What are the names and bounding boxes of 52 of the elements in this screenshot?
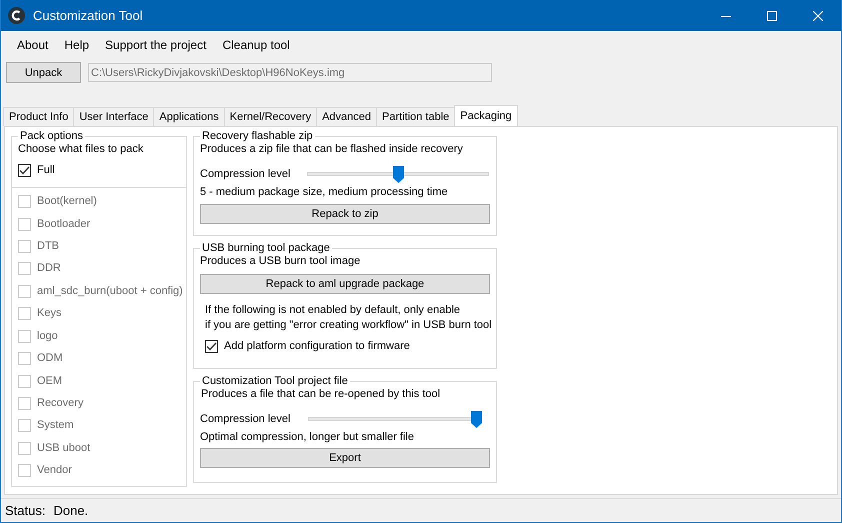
group-title: Recovery flashable zip — [201, 130, 314, 142]
checkbox-label: Keys — [37, 306, 62, 322]
description: Produces a zip file that can be flashed inside recovery — [200, 142, 464, 157]
checkbox-label: Boot(kernel) — [37, 194, 97, 210]
window-title: Customization Tool — [33, 8, 144, 23]
checkbox[interactable] — [205, 340, 218, 352]
slider[interactable] — [307, 166, 490, 182]
note-text: if you are getting "error creating workflow" in USB burn tool — [204, 318, 490, 333]
slider-label: Compression level — [200, 166, 290, 182]
group-title: USB burning tool package — [201, 242, 331, 254]
status-label: Status: — [5, 503, 46, 518]
slider-thumb[interactable] — [392, 166, 404, 182]
path-field[interactable]: C:\Users\RickyDivjakovski\Desktop\H96NoKeys.img — [88, 63, 492, 82]
repack-zip-button[interactable]: Repack to zip — [200, 204, 490, 224]
unpack-button[interactable]: Unpack — [6, 62, 81, 83]
slider-reading: Optimal compression, longer but smaller file — [200, 430, 415, 445]
checkbox-label: Add platform configuration to firmware — [224, 338, 410, 354]
checkbox-label: OEM — [37, 374, 62, 389]
group-title: Customization Tool project file — [201, 375, 349, 387]
note-text: If the following is not enabled by default, only enable — [204, 303, 462, 318]
slider-reading: 5 - medium package size, medium processing time — [200, 185, 449, 200]
tab[interactable]: Packaging — [454, 105, 518, 126]
menu-item[interactable]: About — [9, 38, 56, 52]
subtitle: Choose what files to pack — [18, 142, 144, 157]
checkbox-label: USB uboot — [37, 440, 90, 456]
checkbox-label: Vendor — [37, 463, 72, 478]
checkbox-label: DDR — [37, 261, 61, 276]
menu-item[interactable]: Cleanup tool — [214, 38, 298, 52]
description: Produces a file that can be re-opened by this tool — [200, 387, 442, 402]
menu-item[interactable]: Help — [56, 38, 98, 52]
slider-label: Compression level — [200, 412, 290, 426]
checkbox-label: Recovery — [37, 396, 84, 411]
app-logo-icon — [8, 7, 25, 24]
checkbox-label: System — [37, 418, 74, 434]
checkbox-label: ODM — [37, 351, 63, 366]
slider[interactable] — [308, 410, 482, 428]
checkbox-label: Full — [37, 163, 55, 178]
status-value: Done. — [53, 503, 88, 518]
repack-aml-button[interactable]: Repack to aml upgrade package — [200, 274, 490, 294]
slider-thumb[interactable] — [471, 410, 482, 428]
menu-item[interactable]: Support the project — [97, 38, 214, 52]
close-icon — [813, 10, 823, 20]
description: Produces a USB burn tool image — [200, 254, 362, 269]
checkbox-label: logo — [37, 328, 58, 344]
group-title: Pack options — [19, 130, 84, 142]
checkbox[interactable] — [18, 164, 31, 178]
maximize-icon — [767, 10, 777, 20]
tab[interactable]: Product Info — [3, 107, 74, 126]
checkbox-label: aml_sdc_burn(uboot + config) — [37, 284, 183, 299]
checkbox-label: DTB — [37, 239, 59, 254]
checkbox-label: Bootloader — [37, 216, 90, 232]
export-button[interactable]: Export — [200, 448, 490, 468]
